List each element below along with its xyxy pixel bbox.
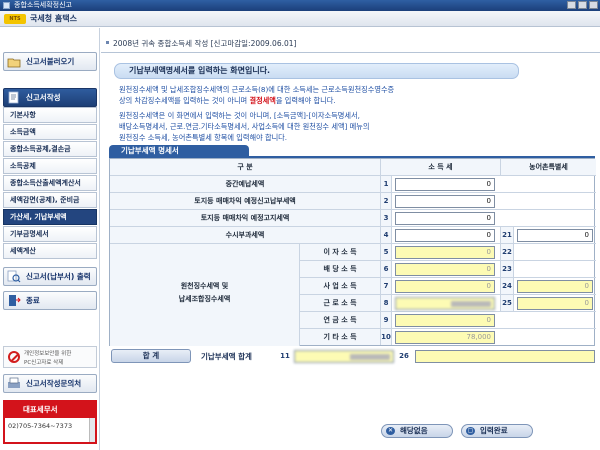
table-row: 중간예납세액 1 0 (110, 176, 596, 193)
pension-income-input[interactable]: 0 (395, 314, 495, 327)
sidebar: 신고서불러오기 신고서작성 기본사항 소득금액 종합소득공제,결손금 소득공제 … (0, 28, 100, 450)
guide-line-4: 배당소득명세서, 근로.연금.기타소득명세서, 사업소득에 대한 원천징수 세액… (119, 122, 370, 131)
business-income-input[interactable]: 0 (395, 280, 495, 293)
earned-income-input[interactable] (395, 297, 495, 310)
total-button[interactable]: 합 계 (111, 349, 191, 363)
divider (101, 52, 600, 53)
menu-write-return[interactable]: 신고서작성 (3, 88, 97, 107)
land-gain-declared-input[interactable]: 0 (395, 195, 495, 208)
sidebar-item-prepaid-tax[interactable]: 가산세, 기납부세액 (3, 209, 97, 225)
sidebar-item-income-amount[interactable]: 소득금액 (3, 124, 97, 140)
office-scrollbar[interactable] (89, 418, 95, 442)
confirm-icon: ▢ (466, 427, 475, 435)
table-row: 수시부과세액 4 0 21 0 (110, 227, 596, 244)
search-document-icon (4, 268, 24, 285)
table-row: 연 금 소 득 9 0 (300, 312, 596, 329)
total-income-tax-input[interactable] (294, 350, 394, 363)
exit-door-icon (4, 292, 24, 309)
sidebar-item-income-deduction-loss[interactable]: 종합소득공제,결손금 (3, 141, 97, 157)
guide-line-1: 원천징수세액 및 납세조합징수세액의 근로소득(8)에 대한 소득세는 근로소득… (119, 85, 395, 94)
table-row: 사 업 소 득 7 0 24 0 (300, 278, 596, 295)
total-rural-number: 26 (399, 352, 409, 360)
table-row: 배 당 소 득 6 0 23 (300, 261, 596, 278)
close-button[interactable] (589, 1, 598, 9)
guide-line-2: 상의 차감징수세액를 입력하는 것이 아니며 결정세액을 입력해야 합니다. (119, 96, 336, 105)
window-title: 종합소득세확정신고 (14, 1, 72, 9)
menu-print-return[interactable]: 신고서(납부서) 출력 (3, 267, 97, 286)
header-income-tax: 소 득 세 (380, 159, 500, 175)
interim-prepayment-input[interactable]: 0 (395, 178, 495, 191)
app-icon (3, 2, 10, 9)
withholding-group-label: 원천징수세액 및 납세조합징수세액 (110, 244, 300, 346)
menu-exit[interactable]: 종료 (3, 291, 97, 310)
window-controls (567, 1, 598, 9)
menu-load-return[interactable]: 신고서불러오기 (3, 52, 97, 71)
occasional-rural-input[interactable]: 0 (517, 229, 593, 242)
table-row: 근 로 소 득 8 25 0 (300, 295, 596, 312)
printer-icon (4, 375, 24, 392)
other-income-input[interactable]: 78,000 (395, 331, 495, 344)
dividend-income-input[interactable]: 0 (395, 263, 495, 276)
tax-office-panel: 대표세무서 02)705-7364~7373 (3, 400, 97, 444)
guide-line-5: 원천징수 소득세, 농어촌특별세 항목에 입력해야 합니다. (119, 133, 288, 142)
guide-line-3: 원천징수세액은 이 화면에서 입력하는 것이 아니며, [소득금액]-[이자소득… (119, 111, 360, 120)
sidebar-item-donation-statement[interactable]: 기부금명세서 (3, 226, 97, 242)
table-row: 토지등 매매차익 예정고지세액 3 0 (110, 210, 596, 227)
sidebar-item-income-deduction[interactable]: 소득공제 (3, 158, 97, 174)
document-edit-icon (4, 89, 24, 106)
total-label: 기납부세액 합계 (201, 352, 252, 361)
redacted-value (451, 301, 491, 307)
business-rural-input[interactable]: 0 (517, 280, 593, 293)
interest-income-input[interactable]: 0 (395, 246, 495, 259)
table-header: 구 분 소 득 세 농어촌특별세 (110, 159, 596, 176)
not-applicable-button[interactable]: ✕ 해당없음 (381, 424, 453, 438)
maximize-button[interactable] (578, 1, 587, 9)
brand-bar: NTS 국세청 홈택스 (0, 11, 600, 27)
land-gain-notified-input[interactable]: 0 (395, 212, 495, 225)
prohibited-icon (8, 351, 20, 363)
window-titlebar: 종합소득세확정신고 (0, 0, 600, 11)
prepaid-tax-form: 구 분 소 득 세 농어촌특별세 중간예납세액 1 0 토지등 매매차익 예정신… (109, 158, 596, 346)
delete-pc-data-button[interactable]: 개인정보보안을 위한 PC신고자료 삭제 (3, 346, 97, 368)
table-row: 토지등 매매차익 예정신고납부세액 2 0 (110, 193, 596, 210)
nts-logo: NTS (4, 14, 26, 24)
sidebar-item-basic-info[interactable]: 기본사항 (3, 107, 97, 123)
info-banner: 기납부세액명세서를 입력하는 화면입니다. (114, 63, 519, 79)
table-row: 기 타 소 득 10 78,000 (300, 329, 596, 346)
folder-icon (4, 53, 24, 70)
earned-rural-input[interactable]: 0 (517, 297, 593, 310)
menu-help-contact[interactable]: 신고서작성문의처 (3, 374, 97, 393)
total-rural-input[interactable] (415, 350, 595, 363)
office-title: 대표세무서 (5, 402, 95, 418)
office-phone: 02)705-7364~7373 (8, 422, 73, 430)
sidebar-item-tax-reduction[interactable]: 세액감면(공제), 준비금 (3, 192, 97, 208)
main-content: 2008년 귀속 종합소득세 작성 [신고마감일:2009.06.01] 기납부… (101, 28, 600, 450)
table-row: 이 자 소 득 5 0 22 (300, 244, 596, 261)
total-number: 11 (280, 352, 290, 360)
report-title: 2008년 귀속 종합소득세 작성 [신고마감일:2009.06.01] (105, 39, 297, 48)
minimize-button[interactable] (567, 1, 576, 9)
redacted-total (350, 354, 390, 360)
input-complete-button[interactable]: ▢ 입력완료 (461, 424, 533, 438)
sidebar-item-tax-calculation-sheet[interactable]: 종합소득산출세액계산서 (3, 175, 97, 191)
header-rural-tax: 농어촌특별세 (500, 159, 596, 175)
occasional-assessment-input[interactable]: 0 (395, 229, 495, 242)
header-category: 구 분 (110, 159, 380, 175)
sidebar-item-tax-calc[interactable]: 세액계산 (3, 243, 97, 259)
close-circle-icon: ✕ (386, 427, 395, 435)
decision-tax-highlight: 결정세액 (249, 96, 276, 105)
brand-name: 국세청 홈택스 (30, 14, 77, 23)
